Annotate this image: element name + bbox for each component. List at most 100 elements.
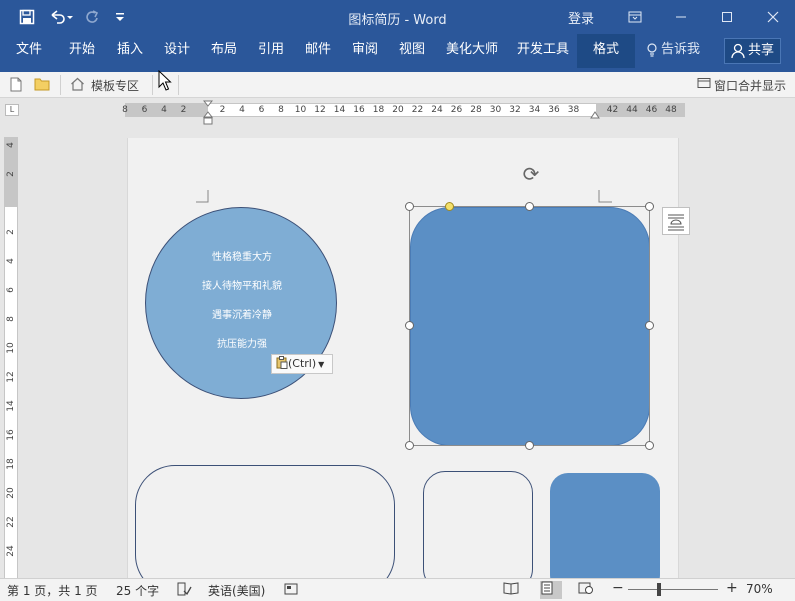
divider [60, 75, 61, 95]
clipboard-icon [276, 356, 288, 369]
adjust-handle[interactable] [445, 202, 454, 211]
open-folder-icon[interactable] [34, 77, 50, 91]
indent-marker-icon[interactable] [203, 100, 213, 126]
person-icon [731, 43, 745, 59]
ruler-number: 2 [219, 105, 226, 115]
ribbon-display-icon[interactable] [612, 0, 658, 34]
resize-handle[interactable] [525, 441, 534, 450]
proofing-icon[interactable] [176, 582, 192, 596]
ruler-number: 14 [333, 105, 346, 115]
ruler-number: 6 [258, 105, 265, 115]
web-layout-icon[interactable] [578, 581, 600, 599]
new-document-icon[interactable] [10, 77, 22, 92]
ruler-number: 44 [626, 105, 638, 115]
document-page[interactable]: 性格稳重大方 接人待物平和礼貌 遇事沉着冷静 抗压能力强 (Ctrl) ▼ ⟳ [127, 138, 679, 580]
right-indent-marker-icon[interactable] [590, 111, 600, 119]
ruler-number: 28 [470, 105, 482, 115]
quick-strip: 模板专区 窗口合并显示 [0, 72, 795, 98]
tab-view[interactable]: 视图 [399, 34, 425, 66]
tab-file[interactable]: 文件 [16, 34, 42, 66]
ruler-number: 16 [353, 105, 365, 115]
ruler-number: 6 [141, 105, 148, 115]
tell-me-box[interactable]: 告诉我 [646, 34, 700, 66]
merge-windows-link[interactable]: 窗口合并显示 [714, 77, 786, 94]
rounded-rect-filled-shape[interactable] [550, 473, 660, 580]
tab-home[interactable]: 开始 [69, 34, 95, 66]
zoom-slider-track[interactable] [628, 589, 718, 590]
minimize-icon[interactable] [658, 0, 704, 34]
tab-format[interactable]: 格式 [577, 34, 636, 68]
maximize-icon[interactable] [704, 0, 750, 34]
zoom-in-button[interactable]: + [726, 580, 738, 596]
ruler-number: 4 [6, 258, 16, 264]
resize-handle[interactable] [405, 441, 414, 450]
tab-selector-button[interactable]: L [5, 104, 19, 116]
title-bar: 图标简历 - Word 登录 [0, 0, 795, 34]
ruler-number: 2 [6, 171, 16, 177]
print-layout-icon[interactable] [540, 581, 562, 599]
ruler-number: 18 [6, 458, 16, 470]
resize-handle[interactable] [645, 321, 654, 330]
rotate-handle-icon[interactable]: ⟳ [519, 163, 543, 185]
ruler-number: 14 [6, 400, 16, 412]
layout-options-icon[interactable] [662, 207, 690, 235]
ruler-number: 6 [6, 287, 16, 293]
login-link[interactable]: 登录 [568, 8, 594, 27]
ruler-number: 10 [6, 342, 16, 354]
tab-developer[interactable]: 开发工具 [517, 34, 569, 66]
ruler-number: 10 [294, 105, 307, 115]
word-count[interactable]: 25 个字 [116, 582, 159, 599]
resize-handle[interactable] [645, 202, 654, 211]
home-icon[interactable] [70, 77, 85, 91]
divider [178, 75, 179, 95]
ruler-number: 24 [431, 105, 443, 115]
lightbulb-icon [646, 42, 658, 57]
resize-handle[interactable] [645, 441, 654, 450]
tab-layout[interactable]: 布局 [211, 34, 237, 66]
circle-text-line: 接人待物平和礼貌 [202, 281, 282, 292]
ruler-number: 22 [411, 105, 424, 115]
ruler-number: 36 [548, 105, 560, 115]
resize-handle[interactable] [405, 321, 414, 330]
ruler-number: 26 [450, 105, 463, 115]
window-merge-icon[interactable] [697, 77, 711, 89]
tab-mailings[interactable]: 邮件 [305, 34, 331, 66]
tab-beautify-master[interactable]: 美化大师 [446, 34, 498, 66]
ruler-number: 8 [6, 316, 16, 322]
ruler-number: 20 [392, 105, 404, 115]
vertical-scrollbar[interactable] [783, 117, 795, 579]
ruler-number: 34 [528, 105, 541, 115]
ruler-number: 12 [6, 371, 16, 383]
tell-me-label: 告诉我 [661, 42, 701, 57]
tab-insert[interactable]: 插入 [117, 34, 143, 66]
ruler-number: 16 [6, 429, 16, 441]
language-indicator[interactable]: 英语(美国) [208, 582, 265, 599]
resize-handle[interactable] [405, 202, 414, 211]
tab-review[interactable]: 审阅 [352, 34, 378, 66]
share-button[interactable]: 共享 [724, 38, 781, 64]
ribbon-tabs: 文件 开始 插入 设计 布局 引用 邮件 审阅 视图 美化大师 开发工具 格式 … [0, 34, 795, 72]
tab-references[interactable]: 引用 [258, 34, 284, 66]
zoom-slider-thumb[interactable] [657, 583, 661, 596]
rounded-rect-outline-shape[interactable] [135, 465, 395, 580]
chevron-down-icon: ▼ [318, 360, 325, 369]
zoom-out-button[interactable]: − [612, 580, 624, 596]
read-mode-icon[interactable] [503, 581, 525, 599]
ruler-number: 18 [372, 105, 385, 115]
template-zone-link[interactable]: 模板专区 [91, 77, 139, 94]
page-count[interactable]: 第 1 页，共 1 页 [7, 582, 98, 599]
rounded-rect-outline-shape[interactable] [423, 471, 533, 580]
tab-design[interactable]: 设计 [164, 34, 190, 66]
macro-record-icon[interactable] [284, 582, 298, 596]
ruler-number: 32 [509, 105, 521, 115]
mouse-cursor-icon [158, 70, 172, 92]
selection-box [409, 206, 650, 446]
paste-options-button[interactable]: (Ctrl) ▼ [271, 354, 333, 374]
text-boundary-mark [196, 190, 209, 203]
vertical-ruler[interactable]: 4 2 2 4 6 8 10 12 14 16 18 20 22 24 [4, 137, 18, 579]
close-icon[interactable] [750, 0, 795, 34]
zoom-level[interactable]: 70% [746, 582, 773, 596]
status-bar: 第 1 页，共 1 页 25 个字 英语(美国) − + 70% [0, 578, 795, 601]
resize-handle[interactable] [525, 202, 534, 211]
ruler-number: 38 [567, 105, 580, 115]
